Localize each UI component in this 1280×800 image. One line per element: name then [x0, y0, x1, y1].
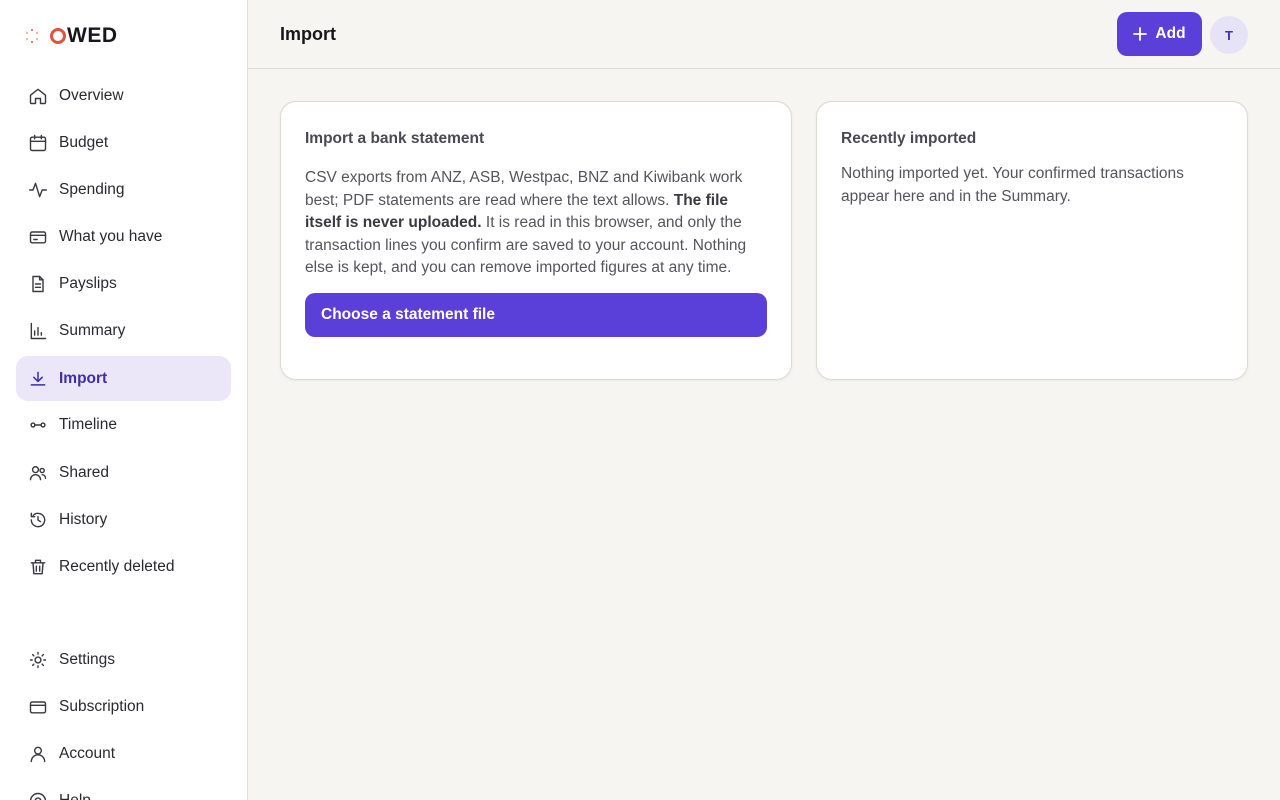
- sidebar-item-label: Settings: [59, 650, 116, 668]
- sidebar-item-timeline[interactable]: Timeline: [16, 402, 231, 447]
- document-icon: [28, 274, 48, 294]
- sidebar-item-summary[interactable]: Summary: [16, 308, 231, 353]
- trash-icon: [28, 557, 48, 577]
- bar-chart-icon: [28, 321, 48, 341]
- sidebar-item-payslips[interactable]: Payslips: [16, 261, 231, 306]
- sidebar-item-label: Help: [59, 791, 91, 800]
- help-icon: [28, 791, 48, 800]
- sidebar-item-subscription[interactable]: Subscription: [16, 684, 231, 729]
- sidebar-item-recently-deleted[interactable]: Recently deleted: [16, 544, 231, 589]
- users-icon: [28, 463, 48, 483]
- user-icon: [28, 744, 48, 764]
- credit-card-icon: [28, 697, 48, 717]
- timeline-icon: [28, 415, 48, 435]
- choose-statement-file-button[interactable]: Choose a statement file: [305, 293, 767, 337]
- sidebar-item-help[interactable]: Help: [16, 778, 231, 800]
- sidebar-item-label: Shared: [59, 463, 109, 481]
- sidebar-item-label: Import: [59, 369, 108, 387]
- avatar-initial: T: [1225, 27, 1233, 43]
- activity-icon: [28, 180, 48, 200]
- import-card-description: CSV exports from ANZ, ASB, Westpac, BNZ …: [305, 167, 767, 280]
- logo-wordmark: WED: [50, 24, 118, 48]
- sidebar-item-label: Timeline: [59, 415, 117, 433]
- sidebar-item-label: What you have: [59, 227, 163, 245]
- sun-icon: [28, 650, 48, 670]
- recent-card-title: Recently imported: [841, 130, 977, 147]
- add-button[interactable]: Add: [1117, 12, 1202, 56]
- download-icon: [28, 369, 48, 389]
- sidebar-item-label: Spending: [59, 180, 125, 198]
- logo-o-ring: [50, 28, 66, 44]
- import-statement-card: Import a bank statement CSV exports from…: [280, 101, 792, 380]
- sidebar-item-budget[interactable]: Budget: [16, 120, 231, 165]
- sidebar: WED Overview Budget Spending What you ha…: [0, 0, 248, 800]
- sidebar-item-label: Payslips: [59, 274, 117, 292]
- sidebar-item-spending[interactable]: Spending: [16, 167, 231, 212]
- logo[interactable]: WED: [24, 24, 118, 48]
- calendar-icon: [28, 133, 48, 153]
- sidebar-item-label: Account: [59, 744, 116, 762]
- logo-mark-icon: [26, 29, 38, 43]
- sidebar-item-label: Overview: [59, 86, 124, 104]
- home-icon: [28, 86, 48, 106]
- sidebar-item-label: History: [59, 510, 108, 528]
- sidebar-item-import[interactable]: Import: [16, 356, 231, 401]
- choose-statement-file-label: Choose a statement file: [321, 306, 495, 323]
- history-icon: [28, 510, 48, 530]
- sidebar-item-overview[interactable]: Overview: [16, 73, 231, 118]
- sidebar-item-label: Recently deleted: [59, 557, 175, 575]
- page-title: Import: [280, 24, 336, 44]
- logo-text-rest: WED: [67, 24, 118, 47]
- sidebar-item-what-you-have[interactable]: What you have: [16, 214, 231, 259]
- logo-text: WED: [50, 24, 118, 48]
- recent-card-empty-message: Nothing imported yet. Your confirmed tra…: [841, 165, 1184, 205]
- sidebar-item-label: Budget: [59, 133, 109, 151]
- app-root: WED Overview Budget Spending What you ha…: [0, 0, 1280, 800]
- top-header: Import Add T: [248, 0, 1280, 69]
- wallet-icon: [28, 227, 48, 247]
- import-card-title: Import a bank statement: [305, 130, 485, 147]
- sidebar-item-label: Summary: [59, 321, 126, 339]
- sidebar-item-account[interactable]: Account: [16, 731, 231, 776]
- plus-icon: [1133, 27, 1148, 41]
- sidebar-item-settings[interactable]: Settings: [16, 637, 231, 682]
- avatar[interactable]: T: [1210, 16, 1248, 54]
- sidebar-item-shared[interactable]: Shared: [16, 450, 231, 495]
- sidebar-item-label: Subscription: [59, 697, 145, 715]
- sidebar-item-history[interactable]: History: [16, 497, 231, 542]
- recently-imported-card: Recently imported Nothing imported yet. …: [816, 101, 1248, 380]
- add-button-label: Add: [1155, 25, 1186, 42]
